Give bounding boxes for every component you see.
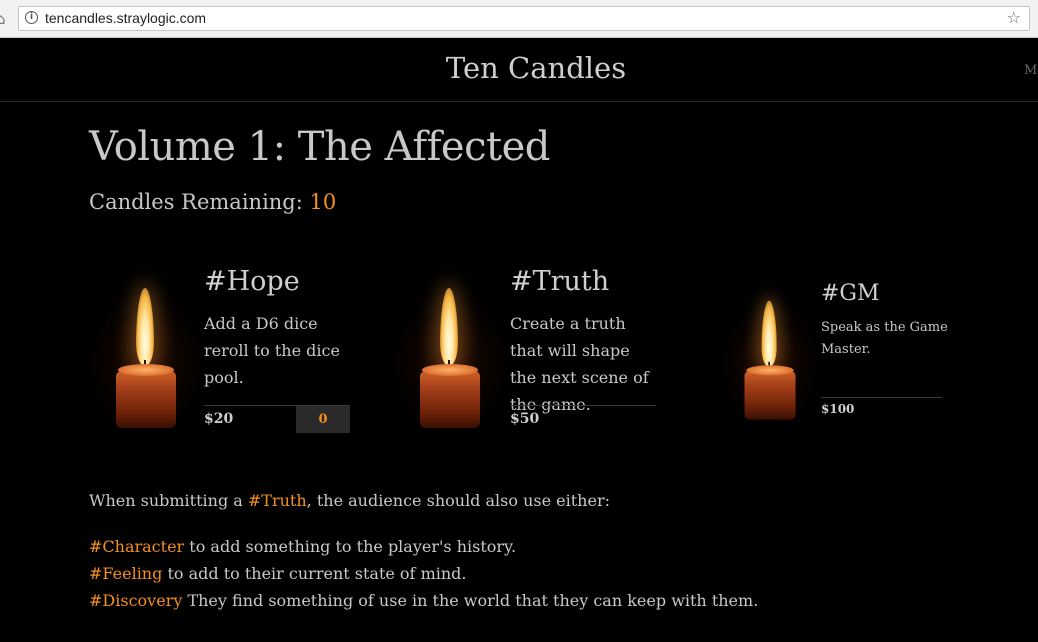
card-title-truth: #Truth [510,266,610,297]
list-item-text: to add to their current state of mind. [162,564,467,583]
card-price-truth: $50 [510,411,540,427]
card-price-hope: $20 [204,411,234,427]
card-description-truth: Create a truth that will shape the next … [510,314,649,414]
list-item-text: to add something to the player's history… [184,537,517,556]
card-description-gm: Speak as the Game Master. [821,320,948,357]
site-title[interactable]: Ten Candles [0,51,1038,85]
candle-icon[interactable] [86,272,206,442]
candle-icon[interactable] [719,287,821,432]
browser-toolbar: ⌂ i tencandles.straylogic.com ☆ [0,0,1038,38]
truth-tag: #Truth [247,491,307,510]
page-title: Volume 1: The Affected [89,124,550,170]
candles-remaining-count: 10 [309,190,337,214]
url-text[interactable]: tencandles.straylogic.com [45,10,206,26]
instruction-text: , the audience should also use either: [306,491,610,510]
back-arrow-icon[interactable]: ⌂ [0,10,6,28]
list-item: #Discovery They find something of use in… [89,591,758,610]
list-item: #Character to add something to the playe… [89,537,516,556]
instruction-text: When submitting a [89,491,248,510]
card-description-hope: Add a D6 dice reroll to the dice pool. [204,314,340,387]
card-price-gm: $100 [821,402,855,416]
candles-remaining-label: Candles Remaining: [89,190,310,214]
truth-instructions: When submitting a #Truth, the audience s… [89,491,610,510]
discovery-tag: #Discovery [89,591,183,610]
address-bar[interactable]: i tencandles.straylogic.com ☆ [18,6,1030,31]
card-divider [821,397,942,398]
character-tag: #Character [89,537,185,556]
list-item: #Feeling to add to their current state o… [89,564,466,583]
list-item-text: They find something of use in the world … [182,591,759,610]
card-title-hope: #Hope [204,266,300,297]
hope-count-badge[interactable]: 0 [296,406,350,433]
card-divider [510,405,656,406]
menu-link[interactable]: Me [1024,63,1038,78]
candles-remaining: Candles Remaining: 10 [89,190,336,214]
feeling-tag: #Feeling [89,564,163,583]
site-header: Ten Candles Me [0,38,1038,102]
candle-icon[interactable] [390,272,510,442]
card-title-gm: #GM [821,281,880,306]
info-icon[interactable]: i [25,11,38,24]
star-icon[interactable]: ☆ [1007,8,1021,27]
